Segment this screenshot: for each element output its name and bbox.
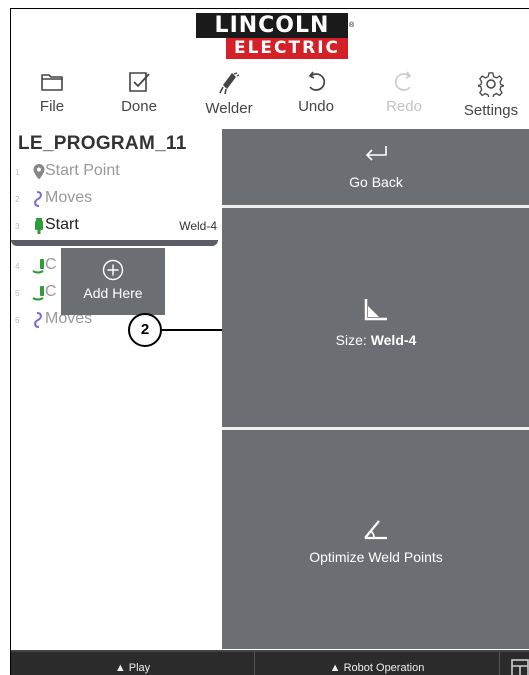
settings-button[interactable]: Settings	[451, 67, 529, 127]
lincoln-electric-logo: LINCOLN ® ELECTRIC	[196, 13, 358, 61]
bottom-bar: ▲ Play ▲ Robot Operation	[11, 650, 529, 675]
toolbar: File Done Welder Undo Redo Settings	[11, 67, 529, 127]
row-label: C	[45, 283, 57, 300]
callout-number: 2	[128, 313, 162, 347]
row-number: 4	[15, 262, 20, 271]
panel-icon	[510, 659, 529, 675]
add-here-label: Add Here	[83, 285, 143, 301]
redo-label: Redo	[386, 98, 422, 115]
action-panel: Go Back Size: Weld-4 Optimize Weld Point…	[222, 129, 529, 649]
go-back-label: Go Back	[349, 174, 403, 190]
row-number: 1	[15, 168, 20, 177]
program-row-start-point[interactable]: 1 Start Point	[11, 159, 222, 186]
optimize-label: Optimize Weld Points	[309, 549, 443, 565]
add-here-button[interactable]: Add Here	[61, 248, 165, 315]
logo-registered-mark: ®	[349, 22, 355, 29]
logo-line2: ELECTRIC	[226, 38, 348, 59]
size-label: Size: Weld-4	[222, 332, 529, 348]
folder-icon	[41, 74, 63, 91]
redo-button[interactable]: Redo	[364, 67, 444, 127]
callout-leader-line	[162, 329, 222, 331]
row-weld-tag: Weld-4	[179, 219, 217, 233]
undo-icon	[308, 71, 326, 91]
row-number: 3	[15, 222, 20, 231]
checkbox-icon	[129, 72, 150, 92]
welder-button[interactable]: Welder	[189, 67, 269, 127]
play-button[interactable]: ▲ Play	[11, 652, 254, 675]
panel-toggle-button[interactable]	[509, 652, 529, 675]
row-label: Start	[45, 216, 79, 233]
settings-label: Settings	[463, 102, 519, 119]
undo-label: Undo	[298, 98, 334, 115]
size-button[interactable]: Size: Weld-4	[222, 208, 529, 427]
done-button[interactable]: Done	[99, 67, 179, 127]
optimize-weld-points-button[interactable]: Optimize Weld Points	[222, 430, 529, 649]
program-row-start[interactable]: 3 Start Weld-4	[11, 213, 222, 240]
app-window: LINCOLN ® ELECTRIC File Done Welder Undo…	[10, 8, 529, 675]
size-prefix: Size:	[335, 332, 371, 348]
program-row-moves[interactable]: 2 Moves	[11, 186, 222, 213]
file-button[interactable]: File	[12, 67, 92, 127]
row-number: 2	[15, 195, 20, 204]
row-label: Start Point	[45, 162, 120, 179]
redo-icon	[394, 71, 412, 91]
welder-label: Welder	[205, 100, 253, 117]
row-number: 5	[15, 289, 20, 298]
angle-icon	[364, 520, 387, 540]
done-label: Done	[121, 98, 157, 115]
robot-operation-button[interactable]: ▲ Robot Operation	[255, 652, 499, 675]
row-label: Moves	[45, 189, 93, 206]
file-label: File	[39, 98, 65, 115]
program-tree-panel: LE_PROGRAM_11 1 Start Point 2 Moves 3 St	[11, 129, 222, 649]
insert-indicator	[11, 240, 218, 246]
go-back-button[interactable]: Go Back	[222, 129, 529, 205]
welder-icon	[219, 72, 240, 95]
logo-line1: LINCOLN	[196, 13, 348, 38]
undo-button[interactable]: Undo	[276, 67, 356, 127]
row-number: 6	[15, 316, 20, 325]
fillet-weld-icon	[364, 299, 387, 321]
row-label: C	[45, 256, 57, 273]
plus-circle-icon	[102, 259, 124, 281]
program-title: LE_PROGRAM_11	[18, 133, 187, 154]
size-value: Weld-4	[370, 332, 417, 348]
return-arrow-icon	[365, 146, 387, 161]
bottom-bar-divider	[499, 652, 500, 675]
gear-icon	[478, 72, 504, 97]
